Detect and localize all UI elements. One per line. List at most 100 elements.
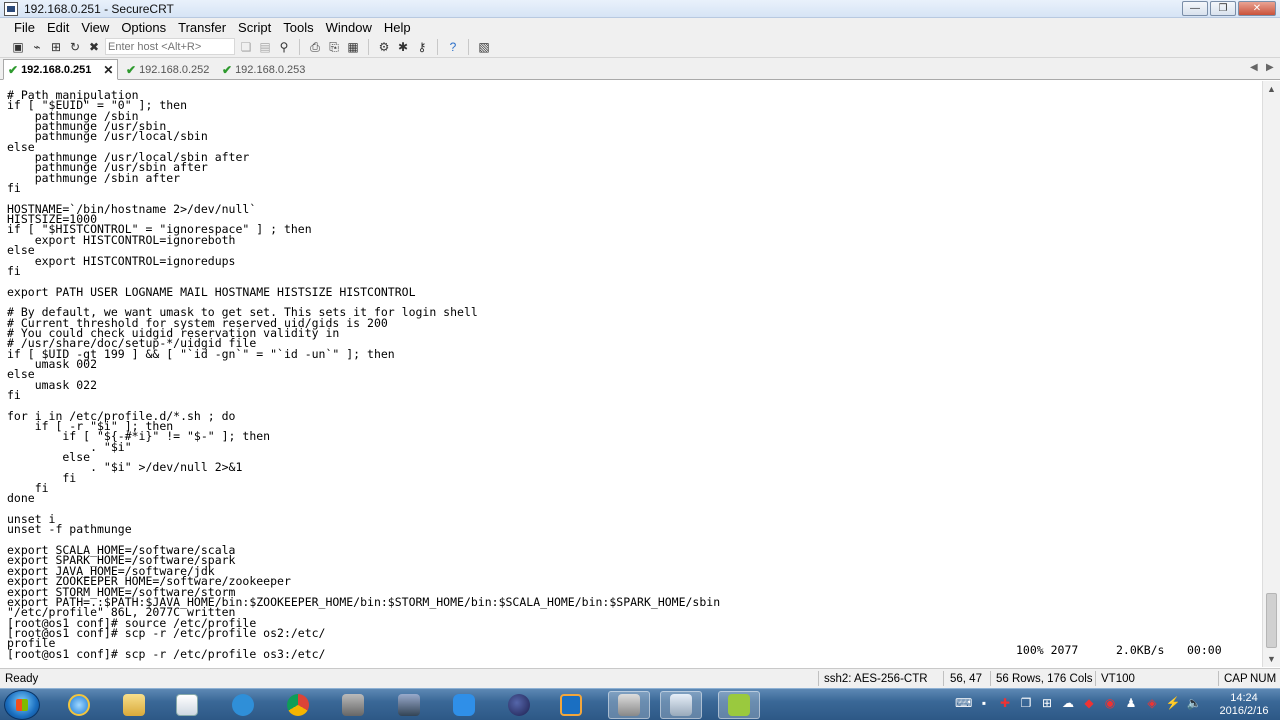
tray-grid-icon[interactable]: ⊞ — [1039, 696, 1055, 710]
menu-transfer[interactable]: Transfer — [172, 20, 232, 35]
system-tray: ⌨ ▪ ✚ ❐ ⊞ ☁ ◆ ◉ ♟ ◈ ⚡ 🔈 — [955, 696, 1202, 710]
taskbar-securecrt[interactable] — [608, 691, 650, 719]
tab-192-168-0-253[interactable]: ✔ 192.168.0.253 — [218, 59, 309, 80]
securefx-icon — [670, 694, 692, 716]
taskbar-media-player[interactable] — [166, 691, 208, 719]
status-num-lock: NUM — [1250, 673, 1277, 685]
scrollbar-thumb[interactable] — [1266, 593, 1277, 648]
tray-window-icon[interactable]: ❐ — [1018, 696, 1034, 710]
status-dimensions: 56 Rows, 176 Cols — [996, 673, 1093, 685]
taskbar-transfer-app[interactable] — [388, 691, 430, 719]
terminal-line: fi — [7, 387, 21, 402]
find-icon[interactable]: ⚲ — [276, 39, 292, 55]
enter-host-input[interactable] — [105, 38, 235, 55]
connect-icon[interactable]: ▣ — [10, 39, 26, 55]
keymap-icon[interactable]: ⚷ — [414, 39, 430, 55]
maximize-button[interactable]: ❐ — [1210, 1, 1236, 16]
terminal-line: fi — [7, 470, 77, 485]
disconnect-icon[interactable]: ✖ — [86, 39, 102, 55]
tray-app-icon[interactable]: ▪ — [976, 696, 992, 710]
status-ready: Ready — [5, 673, 39, 685]
menu-help[interactable]: Help — [378, 20, 417, 35]
tab-label: 192.168.0.251 — [21, 63, 92, 76]
help-icon[interactable]: ? — [445, 39, 461, 55]
print-icon[interactable]: ⎙ — [307, 39, 323, 55]
taskbar-virtual-machine[interactable] — [550, 691, 592, 719]
clock-time: 14:24 — [1230, 692, 1258, 704]
toolbar-options-icon[interactable]: ▧ — [476, 39, 492, 55]
taskbar-securefx[interactable] — [660, 691, 702, 719]
terminal-line: export PATH USER LOGNAME MAIL HOSTNAME H… — [7, 284, 416, 299]
scroll-down-icon[interactable]: ▼ — [1263, 651, 1280, 667]
print-selection-icon[interactable]: ⎘ — [326, 39, 342, 55]
terminal-line: HOSTNAME=`/bin/hostname 2>/dev/null` — [7, 201, 257, 216]
tray-cloud-icon[interactable]: ☁ — [1060, 696, 1076, 710]
tab-label: 192.168.0.253 — [235, 63, 306, 76]
securecrt-app-icon[interactable] — [4, 1, 18, 16]
taskbar-chrome[interactable] — [277, 691, 319, 719]
printer-setup-icon[interactable]: ▦ — [345, 39, 361, 55]
remote-app-icon — [342, 694, 364, 716]
notes-app-icon — [453, 694, 475, 716]
tab-192-168-0-251[interactable]: ✔ 192.168.0.251 ✕ — [3, 59, 118, 80]
status-caps-lock: CAP — [1224, 673, 1248, 685]
window-title: 192.168.0.251 - SecureCRT — [24, 1, 174, 16]
menu-window[interactable]: Window — [320, 20, 378, 35]
taskbar-eclipse[interactable] — [498, 691, 540, 719]
paste-icon[interactable]: ▤ — [257, 39, 273, 55]
taskbar-file-explorer[interactable] — [113, 691, 155, 719]
menu-options[interactable]: Options — [115, 20, 172, 35]
tab-label: 192.168.0.252 — [139, 63, 210, 76]
transfer-app-icon — [398, 694, 420, 716]
menu-bar: File Edit View Options Transfer Script T… — [0, 18, 1280, 36]
menu-edit[interactable]: Edit — [41, 20, 75, 35]
terminal-view[interactable]: # Path manipulation if [ "$EUID" = "0" ];… — [0, 81, 1262, 667]
session-options-icon[interactable]: ⚙ — [376, 39, 392, 55]
tray-keyboard-icon[interactable]: ⌨ — [955, 696, 972, 710]
menu-script[interactable]: Script — [232, 20, 277, 35]
tray-network-icon[interactable]: ⚡ — [1165, 696, 1181, 710]
copy-icon[interactable]: ❏ — [238, 39, 254, 55]
window-controls: — ❐ ✕ — [1182, 1, 1276, 16]
network-icon — [232, 694, 254, 716]
menu-view[interactable]: View — [75, 20, 115, 35]
editor-m-icon — [728, 694, 750, 716]
status-divider — [943, 671, 944, 686]
taskbar-remote-app[interactable] — [332, 691, 374, 719]
status-divider — [1095, 671, 1096, 686]
terminal-scrollbar[interactable]: ▲ ▼ — [1262, 81, 1280, 667]
tray-volume-icon[interactable]: 🔈 — [1186, 696, 1202, 710]
tab-scroll-right-icon[interactable]: ▶ — [1266, 62, 1274, 73]
connect-in-tab-icon[interactable]: ⊞ — [48, 39, 64, 55]
taskbar-notes-app[interactable] — [443, 691, 485, 719]
terminal-line: pathmunge /usr/local/sbin — [7, 129, 208, 144]
status-emulation: VT100 — [1101, 673, 1135, 685]
menu-file[interactable]: File — [8, 20, 41, 35]
terminal-line: [root@os1 conf]# scp -r /etc/profile os3… — [7, 646, 326, 661]
close-tab-icon[interactable]: ✕ — [103, 63, 113, 77]
status-cipher: ssh2: AES-256-CTR — [824, 673, 928, 685]
status-bar: Ready ssh2: AES-256-CTR 56, 47 56 Rows, … — [0, 668, 1280, 688]
minimize-button[interactable]: — — [1182, 1, 1208, 16]
tab-scroll-left-icon[interactable]: ◀ — [1250, 62, 1258, 73]
taskbar-network-app[interactable] — [222, 691, 264, 719]
taskbar-clock[interactable]: 14:24 2016/2/16 — [1212, 692, 1276, 718]
tray-device-icon[interactable]: ◈ — [1144, 696, 1160, 710]
connected-check-icon: ✔ — [126, 62, 137, 77]
global-options-icon[interactable]: ✱ — [395, 39, 411, 55]
tray-antivirus-icon[interactable]: ◆ — [1081, 696, 1097, 710]
tray-qq-icon[interactable]: ♟ — [1123, 696, 1139, 710]
taskbar-editor-m[interactable] — [718, 691, 760, 719]
menu-tools[interactable]: Tools — [277, 20, 319, 35]
taskbar-internet-explorer[interactable] — [58, 691, 100, 719]
chrome-icon — [287, 694, 309, 716]
close-button[interactable]: ✕ — [1238, 1, 1276, 16]
tray-flag-icon[interactable]: ✚ — [997, 696, 1013, 710]
scroll-up-icon[interactable]: ▲ — [1263, 81, 1280, 97]
tray-mouse-icon[interactable]: ◉ — [1102, 696, 1118, 710]
start-button[interactable] — [4, 690, 40, 720]
reconnect-icon[interactable]: ↻ — [67, 39, 83, 55]
quick-connect-icon[interactable]: ⌁ — [29, 39, 45, 55]
tab-192-168-0-252[interactable]: ✔ 192.168.0.252 — [122, 59, 213, 80]
